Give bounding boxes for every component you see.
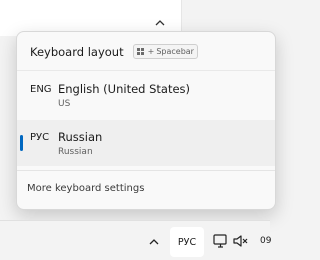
show-hidden-icons-chevron-icon[interactable] [146, 234, 162, 250]
language-layout: US [58, 99, 71, 109]
footer-divider [17, 170, 275, 171]
language-name: English (United States) [58, 82, 191, 96]
taskbar: РУС 09 [0, 220, 271, 260]
chevron-up-icon[interactable] [152, 15, 168, 31]
speaker-muted-icon[interactable] [232, 233, 250, 249]
language-code: ENG [30, 84, 52, 95]
shortcut-key: Spacebar [156, 47, 194, 56]
language-code: РУС [30, 132, 50, 143]
language-item-russian[interactable]: РУС Russian Russian [17, 120, 275, 166]
language-item-english[interactable]: ENG English (United States) US [17, 72, 275, 118]
keyboard-layout-flyout: Keyboard layout + Spacebar ENG English (… [16, 31, 276, 210]
header-divider [17, 70, 275, 71]
language-layout: Russian [58, 147, 93, 157]
windows-key-icon [136, 48, 144, 55]
input-language-indicator[interactable]: РУС [170, 227, 204, 257]
clock-time[interactable]: 09 [260, 236, 271, 246]
flyout-header: Keyboard layout + Spacebar [30, 44, 198, 59]
monitor-icon[interactable] [212, 233, 230, 249]
shortcut-hint: + Spacebar [132, 44, 198, 59]
shortcut-plus: + [147, 47, 155, 56]
more-keyboard-settings-link[interactable]: More keyboard settings [27, 183, 144, 194]
selected-indicator [20, 135, 23, 151]
language-name: Russian [58, 130, 103, 144]
flyout-title: Keyboard layout [30, 44, 124, 59]
